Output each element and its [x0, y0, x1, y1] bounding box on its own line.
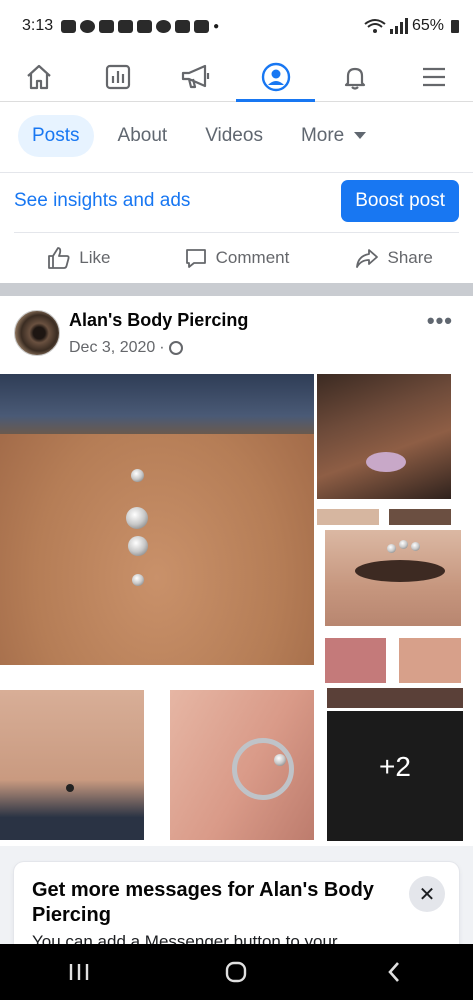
photo-detail-stud: [66, 784, 74, 792]
boost-post-button[interactable]: Boost post: [341, 180, 459, 222]
post-author[interactable]: Alan's Body Piercing: [69, 310, 248, 331]
more-photos-count: +2: [379, 751, 411, 782]
photo-detail-eye: [355, 560, 445, 582]
thumbs-up-icon: [48, 247, 70, 269]
photo-ear-piercing-small[interactable]: [399, 638, 461, 683]
voicemail-icon: [156, 19, 172, 33]
nav-ads[interactable]: [158, 52, 237, 101]
tab-about[interactable]: About: [104, 115, 182, 157]
recents-icon: [69, 964, 89, 980]
chat-notification-icon: [61, 19, 77, 33]
photo-thumbnail[interactable]: [389, 509, 451, 525]
status-time: 3:13: [22, 17, 54, 34]
status-bar: 3:13 ● 65%: [0, 0, 473, 52]
pages-insights-icon: [106, 64, 131, 89]
post-header: Alan's Body Piercing Dec 3, 2020 · •••: [14, 306, 459, 366]
divider: [14, 232, 459, 233]
chevron-down-icon: [354, 132, 367, 140]
battery-icon: [451, 19, 459, 33]
meta-separator: ·: [159, 339, 165, 356]
comment-icon: [185, 249, 206, 268]
photo-detail-gem: [387, 544, 396, 553]
photo-navel-piercing[interactable]: [0, 374, 314, 665]
nav-notifications[interactable]: [315, 52, 394, 101]
youtube-notification-icon-2: [118, 19, 134, 33]
tab-more[interactable]: More: [287, 115, 380, 157]
photo-detail-lips: [366, 452, 406, 472]
home-circle-icon: [226, 961, 247, 983]
back-icon: [388, 962, 400, 982]
photo-tongue-piercing[interactable]: [325, 638, 386, 683]
share-icon: [356, 249, 379, 268]
photo-more-overlay[interactable]: +2: [327, 711, 463, 841]
promo-title: Get more messages for Alan's Body Pierci…: [32, 879, 374, 926]
tab-posts[interactable]: Posts: [18, 115, 94, 157]
photo-detail-gem: [131, 469, 144, 482]
bell-icon: [344, 67, 365, 90]
nav-home[interactable]: [0, 52, 79, 101]
battery-percent: 65%: [411, 17, 444, 34]
photo-ear-piercing[interactable]: [170, 690, 314, 840]
tab-more-label: More: [300, 125, 345, 146]
comment-label: Comment: [215, 248, 290, 267]
photo-lip-piercing[interactable]: [0, 690, 144, 840]
nav-menu[interactable]: [394, 52, 473, 101]
nav-profile[interactable]: [236, 52, 316, 102]
share-label: Share: [387, 248, 433, 267]
home-icon: [27, 64, 52, 89]
signal-icon: [389, 18, 408, 34]
megaphone-icon: [181, 64, 210, 88]
post-actions: Like Comment Share: [0, 238, 473, 278]
photo-detail-gem: [128, 536, 148, 556]
photo-detail-ring: [232, 738, 294, 800]
photo-eyebrow-piercing[interactable]: [325, 530, 461, 626]
threads-notification-icon: [80, 19, 96, 33]
page-tabs: Posts About Videos More: [18, 115, 390, 157]
back-button[interactable]: [364, 952, 424, 992]
photo-detail-gem: [399, 540, 408, 549]
tab-videos[interactable]: Videos: [191, 115, 277, 157]
photo-thumbnail[interactable]: [317, 509, 379, 525]
avatar[interactable]: [14, 310, 60, 356]
divider: [0, 172, 473, 173]
post-meta: Dec 3, 2020 ·: [69, 339, 183, 357]
nav-insights[interactable]: [79, 52, 158, 101]
insights-row: See insights and ads Boost post: [14, 180, 459, 222]
photo-detail-jeans: [0, 374, 314, 434]
home-notification-icon: [137, 19, 153, 33]
menu-icon: [422, 67, 445, 86]
recents-button[interactable]: [49, 952, 109, 992]
like-label: Like: [79, 248, 111, 267]
close-icon[interactable]: ✕: [409, 876, 445, 912]
system-navigation-bar: [0, 944, 473, 1000]
photo-detail-gem: [126, 507, 148, 529]
feed-separator: [0, 283, 473, 296]
more-notifications-dot: ●: [213, 20, 220, 32]
share-button[interactable]: Share: [315, 238, 473, 278]
photo-detail-gem: [411, 542, 420, 551]
status-right: 65%: [364, 0, 459, 52]
photo-smiling-woman[interactable]: [317, 374, 451, 499]
app-notification-icon: [194, 19, 210, 33]
comment-button[interactable]: Comment: [158, 238, 316, 278]
see-insights-link[interactable]: See insights and ads: [14, 190, 190, 212]
like-button[interactable]: Like: [0, 238, 158, 278]
profile-icon: [261, 62, 291, 91]
photo-detail-gem: [274, 754, 286, 766]
photo-thumbnail[interactable]: [327, 688, 463, 708]
photo-detail-gem: [132, 574, 144, 586]
top-navigation: [0, 52, 473, 102]
shield-icon: [175, 19, 191, 33]
more-options-icon[interactable]: •••: [427, 308, 453, 334]
home-button[interactable]: [206, 952, 266, 992]
post-date[interactable]: Dec 3, 2020: [69, 339, 155, 357]
globe-icon: [168, 341, 183, 355]
youtube-notification-icon: [99, 19, 115, 33]
wifi-icon: [364, 19, 386, 33]
